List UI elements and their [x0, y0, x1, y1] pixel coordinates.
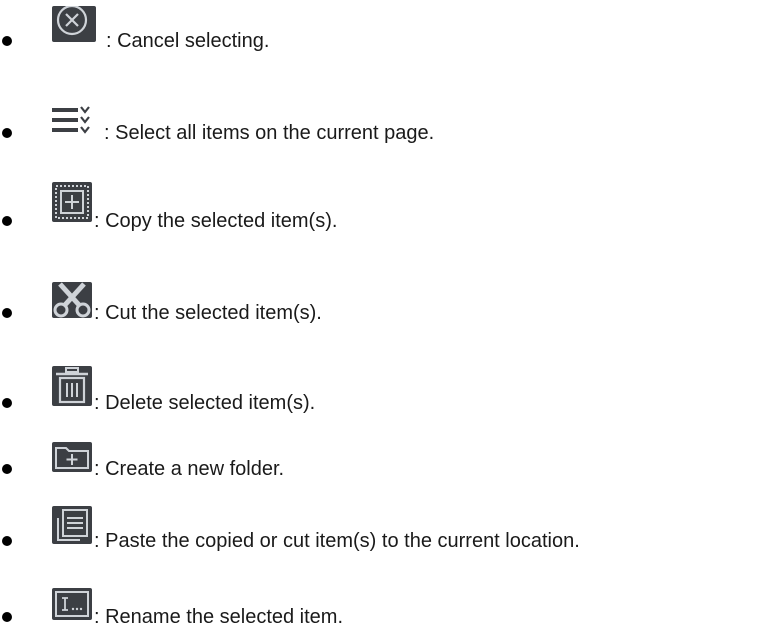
item-label: : Copy the selected item(s). — [94, 210, 338, 232]
trash-icon — [52, 366, 92, 406]
scissors-icon — [52, 282, 92, 318]
list-item-rename: : Rename the selected item. — [0, 588, 779, 636]
bullet — [2, 464, 12, 474]
list-item-cancel: : Cancel selecting. — [0, 6, 779, 60]
item-label: : Cut the selected item(s). — [94, 302, 322, 324]
cancel-circle-icon — [52, 6, 96, 42]
bullet — [2, 536, 12, 546]
bullet — [2, 128, 12, 138]
new-folder-icon — [52, 442, 92, 472]
copy-icon — [52, 182, 92, 222]
item-label: : Create a new folder. — [94, 458, 285, 480]
bullet — [2, 216, 12, 226]
paste-icon — [52, 506, 92, 544]
list-item-paste: : Paste the copied or cut item(s) to the… — [0, 506, 779, 560]
item-label: : Delete selected item(s). — [94, 392, 316, 414]
bullet — [2, 612, 12, 622]
item-label: : Paste the copied or cut item(s) to the… — [94, 530, 580, 552]
bullet — [2, 398, 12, 408]
list-item-new-folder: : Create a new folder. — [0, 442, 779, 488]
list-item-delete: : Delete selected item(s). — [0, 366, 779, 422]
item-label: : Rename the selected item. — [94, 606, 344, 628]
item-label: : Cancel selecting. — [106, 30, 270, 52]
list-item-copy: : Copy the selected item(s). — [0, 182, 779, 240]
bullet — [2, 36, 12, 46]
bullet — [2, 308, 12, 318]
rename-icon — [52, 588, 92, 620]
list-item-select-all: : Select all items on the current page. — [0, 104, 779, 152]
item-label: : Select all items on the current page. — [104, 122, 435, 144]
list-item-cut: : Cut the selected item(s). — [0, 282, 779, 332]
select-all-list-icon — [52, 104, 94, 138]
